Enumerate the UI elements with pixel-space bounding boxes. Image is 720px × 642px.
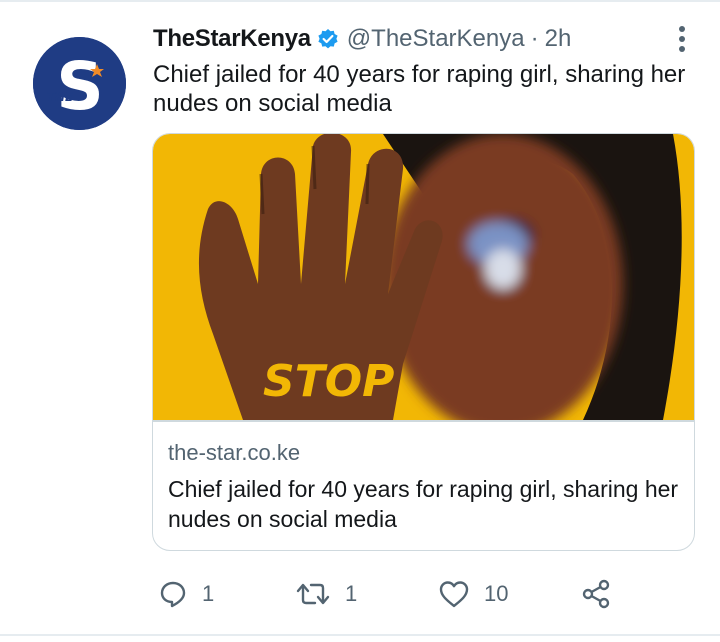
reply-button[interactable]: 1 [158,572,214,616]
heart-icon [439,581,469,608]
retweet-count: 1 [345,581,358,606]
share-button[interactable] [580,572,612,616]
link-card[interactable]: STOP the-star.co.ke Chief jailed for 40 … [152,133,695,551]
card-domain[interactable]: the-star.co.ke [168,440,300,466]
share-icon [582,579,610,609]
tweet-header: TheStarKenya @TheStarKenya · 2h [153,25,571,53]
card-divider [153,420,694,422]
like-button[interactable]: 10 [438,572,508,616]
bottom-divider [0,634,720,636]
top-divider [0,0,720,2]
timestamp[interactable]: 2h [545,25,572,53]
separator-dot: · [530,25,539,52]
like-count: 10 [484,581,509,606]
card-image-text: STOP [263,356,394,407]
card-title[interactable]: Chief jailed for 40 years for raping gir… [168,474,683,534]
retweet-icon [296,583,330,605]
avatar-letter: S [56,48,104,125]
card-image[interactable]: STOP [153,134,694,420]
avatar-tag: THE [47,90,74,104]
tweet-actions: 1 1 10 [0,572,720,616]
more-options-icon[interactable] [672,24,692,54]
tweet-text: Chief jailed for 40 years for raping gir… [153,61,686,117]
verified-badge-icon [317,28,339,50]
reply-count: 1 [202,581,215,606]
avatar[interactable]: S THE [33,37,126,130]
user-handle[interactable]: @TheStarKenya [347,25,525,53]
retweet-button[interactable]: 1 [295,572,357,616]
display-name[interactable]: TheStarKenya [153,25,311,53]
reply-icon [160,581,186,608]
